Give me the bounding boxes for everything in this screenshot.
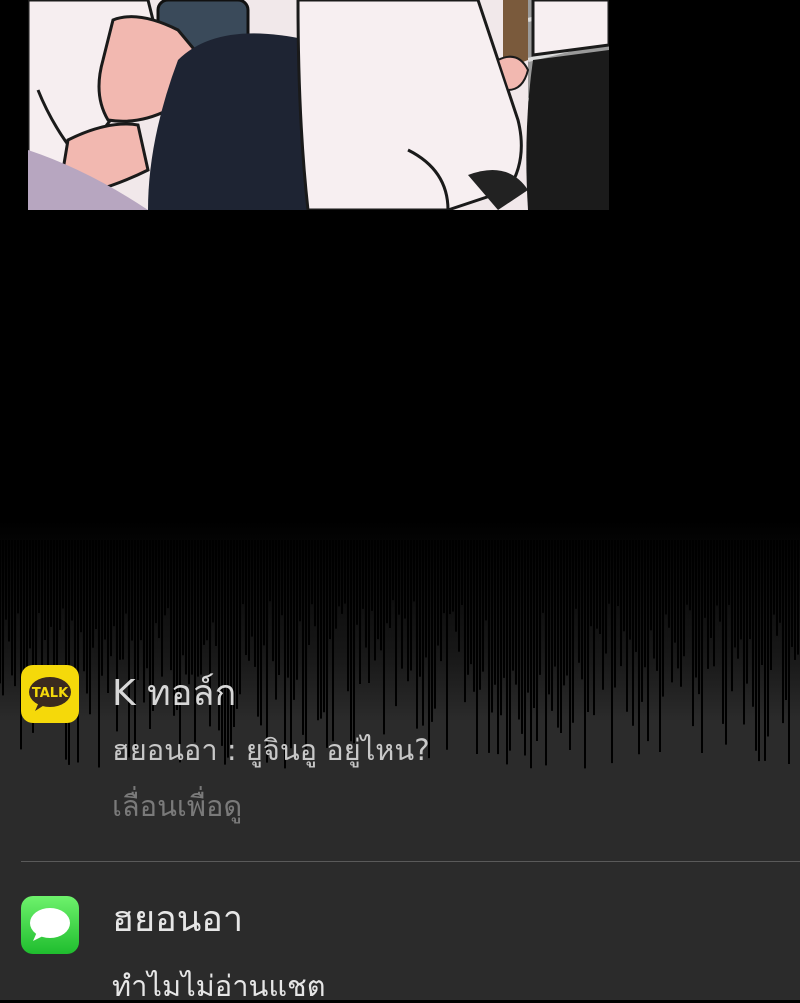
notification-message: ฮยอนอา : ยูจินอู อยู่ไหน? xyxy=(112,733,430,767)
notification-app-name: K ทอล์ก xyxy=(112,673,237,714)
notification-message: ทำไมไม่อ่านแชต xyxy=(112,969,326,1003)
messages-icon xyxy=(21,896,79,954)
notification-messages[interactable]: ฮยอนอา ทำไมไม่อ่านแชต xyxy=(0,862,800,1003)
notification-sender: ฮยอนอา xyxy=(112,899,244,940)
notification-kakaotalk[interactable]: TALK K ทอล์ก ฮยอนอา : ยูจินอู อยู่ไหน? เ… xyxy=(0,660,800,860)
comic-panel xyxy=(28,0,609,210)
comic-illustration xyxy=(28,0,609,210)
kakaotalk-icon: TALK xyxy=(21,665,79,723)
svg-text:TALK: TALK xyxy=(32,686,69,701)
swipe-hint: เลื่อนเพื่อดู xyxy=(112,789,243,823)
